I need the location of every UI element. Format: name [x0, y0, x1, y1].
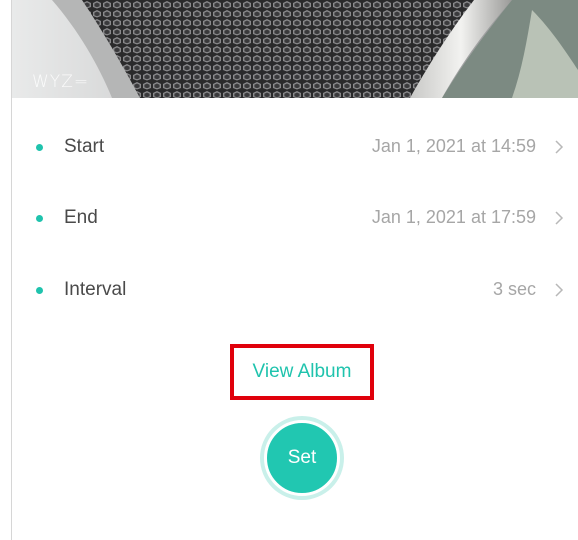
- wyze-logo: WYZ=: [32, 72, 90, 92]
- end-row[interactable]: End Jan 1, 2021 at 17:59: [12, 195, 578, 241]
- dot-icon: [36, 215, 43, 222]
- start-value: Jan 1, 2021 at 14:59: [371, 136, 536, 156]
- set-button-ring: Set: [260, 416, 344, 500]
- camera-preview-image: [12, 0, 578, 98]
- dot-icon: [36, 144, 43, 151]
- interval-row[interactable]: Interval 3 sec: [12, 267, 578, 313]
- dot-icon: [36, 287, 43, 294]
- view-album-link[interactable]: View Album: [230, 344, 374, 400]
- timelapse-settings-screen: WYZ= Start Jan 1, 2021 at 14:59 End Jan …: [0, 0, 578, 540]
- chevron-right-icon: [555, 211, 564, 225]
- end-label: End: [64, 207, 98, 228]
- end-value: Jan 1, 2021 at 17:59: [371, 207, 536, 227]
- camera-preview: WYZ=: [12, 0, 578, 98]
- window-edge: [0, 0, 12, 540]
- start-label: Start: [64, 136, 105, 157]
- set-button[interactable]: Set: [264, 420, 340, 496]
- chevron-right-icon: [555, 140, 564, 154]
- interval-label: Interval: [64, 279, 127, 300]
- chevron-right-icon: [555, 283, 564, 297]
- interval-value: 3 sec: [492, 279, 536, 299]
- start-row[interactable]: Start Jan 1, 2021 at 14:59: [12, 124, 578, 170]
